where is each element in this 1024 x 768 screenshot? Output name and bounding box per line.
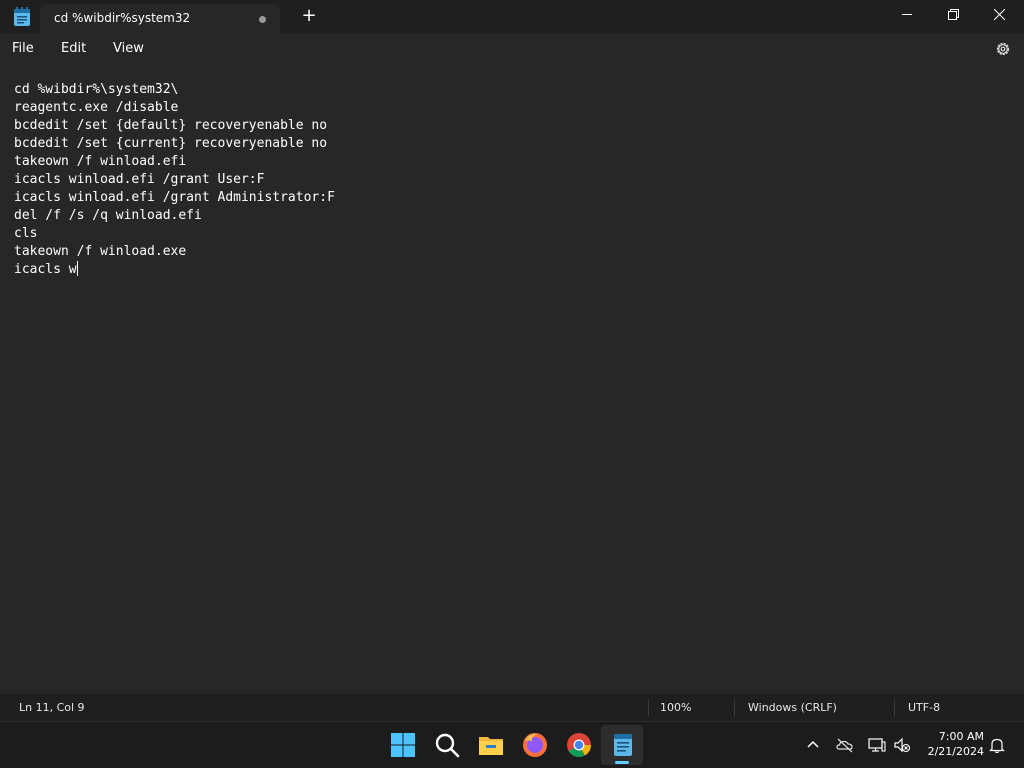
editor-line: icacls winload.efi /grant User:F — [14, 172, 265, 187]
encoding[interactable]: UTF-8 — [908, 701, 940, 714]
status-divider — [894, 699, 895, 716]
menu-bar: File Edit View — [0, 33, 1024, 67]
status-divider — [648, 699, 649, 716]
document-tab[interactable]: cd %wibdir%system32 — [40, 4, 280, 33]
cursor-position: Ln 11, Col 9 — [19, 701, 85, 714]
title-bar: cd %wibdir%system32 + — [0, 0, 1024, 33]
close-button[interactable] — [976, 0, 1022, 30]
text-caret — [76, 261, 78, 276]
chrome-icon[interactable] — [565, 731, 593, 759]
onedrive-icon[interactable] — [836, 736, 854, 754]
taskbar-notepad-button[interactable] — [601, 725, 643, 765]
editor-content[interactable]: cd %wibdir%\system32\ reagentc.exe /disa… — [14, 81, 335, 279]
gear-icon[interactable] — [994, 40, 1012, 58]
start-icon[interactable] — [389, 731, 417, 759]
system-clock[interactable]: 7:00 AM 2/21/2024 — [922, 729, 984, 759]
active-app-indicator — [615, 761, 629, 764]
status-divider — [734, 699, 735, 716]
notepad-app-icon — [14, 7, 30, 26]
firefox-icon[interactable] — [521, 731, 549, 759]
editor-line: bcdedit /set {default} recoveryenable no — [14, 118, 328, 133]
volume-muted-icon[interactable] — [893, 736, 911, 754]
clock-time: 7:00 AM — [938, 730, 984, 743]
editor-line: reagentc.exe /disable — [14, 100, 179, 115]
menu-view[interactable]: View — [113, 41, 144, 56]
editor-line: icacls winload.efi /grant Administrator:… — [14, 190, 335, 205]
close-icon — [994, 9, 1005, 20]
editor-line: takeown /f winload.exe — [14, 244, 187, 259]
unsaved-indicator[interactable] — [259, 16, 266, 23]
editor-line: bcdedit /set {current} recoveryenable no — [14, 136, 328, 151]
tab-title: cd %wibdir%system32 — [54, 11, 191, 25]
notification-bell-icon[interactable] — [988, 736, 1006, 754]
minimize-icon — [902, 14, 912, 15]
minimize-button[interactable] — [884, 0, 930, 30]
menu-file[interactable]: File — [12, 41, 34, 56]
menu-edit[interactable]: Edit — [61, 41, 86, 56]
restore-icon — [948, 9, 959, 20]
restore-button[interactable] — [930, 0, 976, 30]
notepad-icon — [614, 734, 632, 756]
new-tab-button[interactable]: + — [297, 4, 321, 28]
search-icon[interactable] — [433, 731, 461, 759]
taskbar: 7:00 AM 2/21/2024 — [0, 721, 1024, 768]
chevron-up-icon[interactable] — [804, 736, 822, 754]
clock-date: 2/21/2024 — [927, 745, 984, 758]
editor-line: icacls w — [14, 262, 77, 277]
zoom-level[interactable]: 100% — [660, 701, 691, 714]
editor-line: takeown /f winload.efi — [14, 154, 187, 169]
editor-line: del /f /s /q winload.efi — [14, 208, 202, 223]
status-bar: Ln 11, Col 9 100% Windows (CRLF) UTF-8 — [0, 694, 1024, 721]
network-icon[interactable] — [868, 736, 886, 754]
line-ending[interactable]: Windows (CRLF) — [748, 701, 837, 714]
file-explorer-icon[interactable] — [477, 731, 505, 759]
text-editor[interactable]: cd %wibdir%\system32\ reagentc.exe /disa… — [0, 67, 1024, 694]
editor-line: cls — [14, 226, 38, 241]
editor-line: cd %wibdir%\system32\ — [14, 82, 179, 97]
